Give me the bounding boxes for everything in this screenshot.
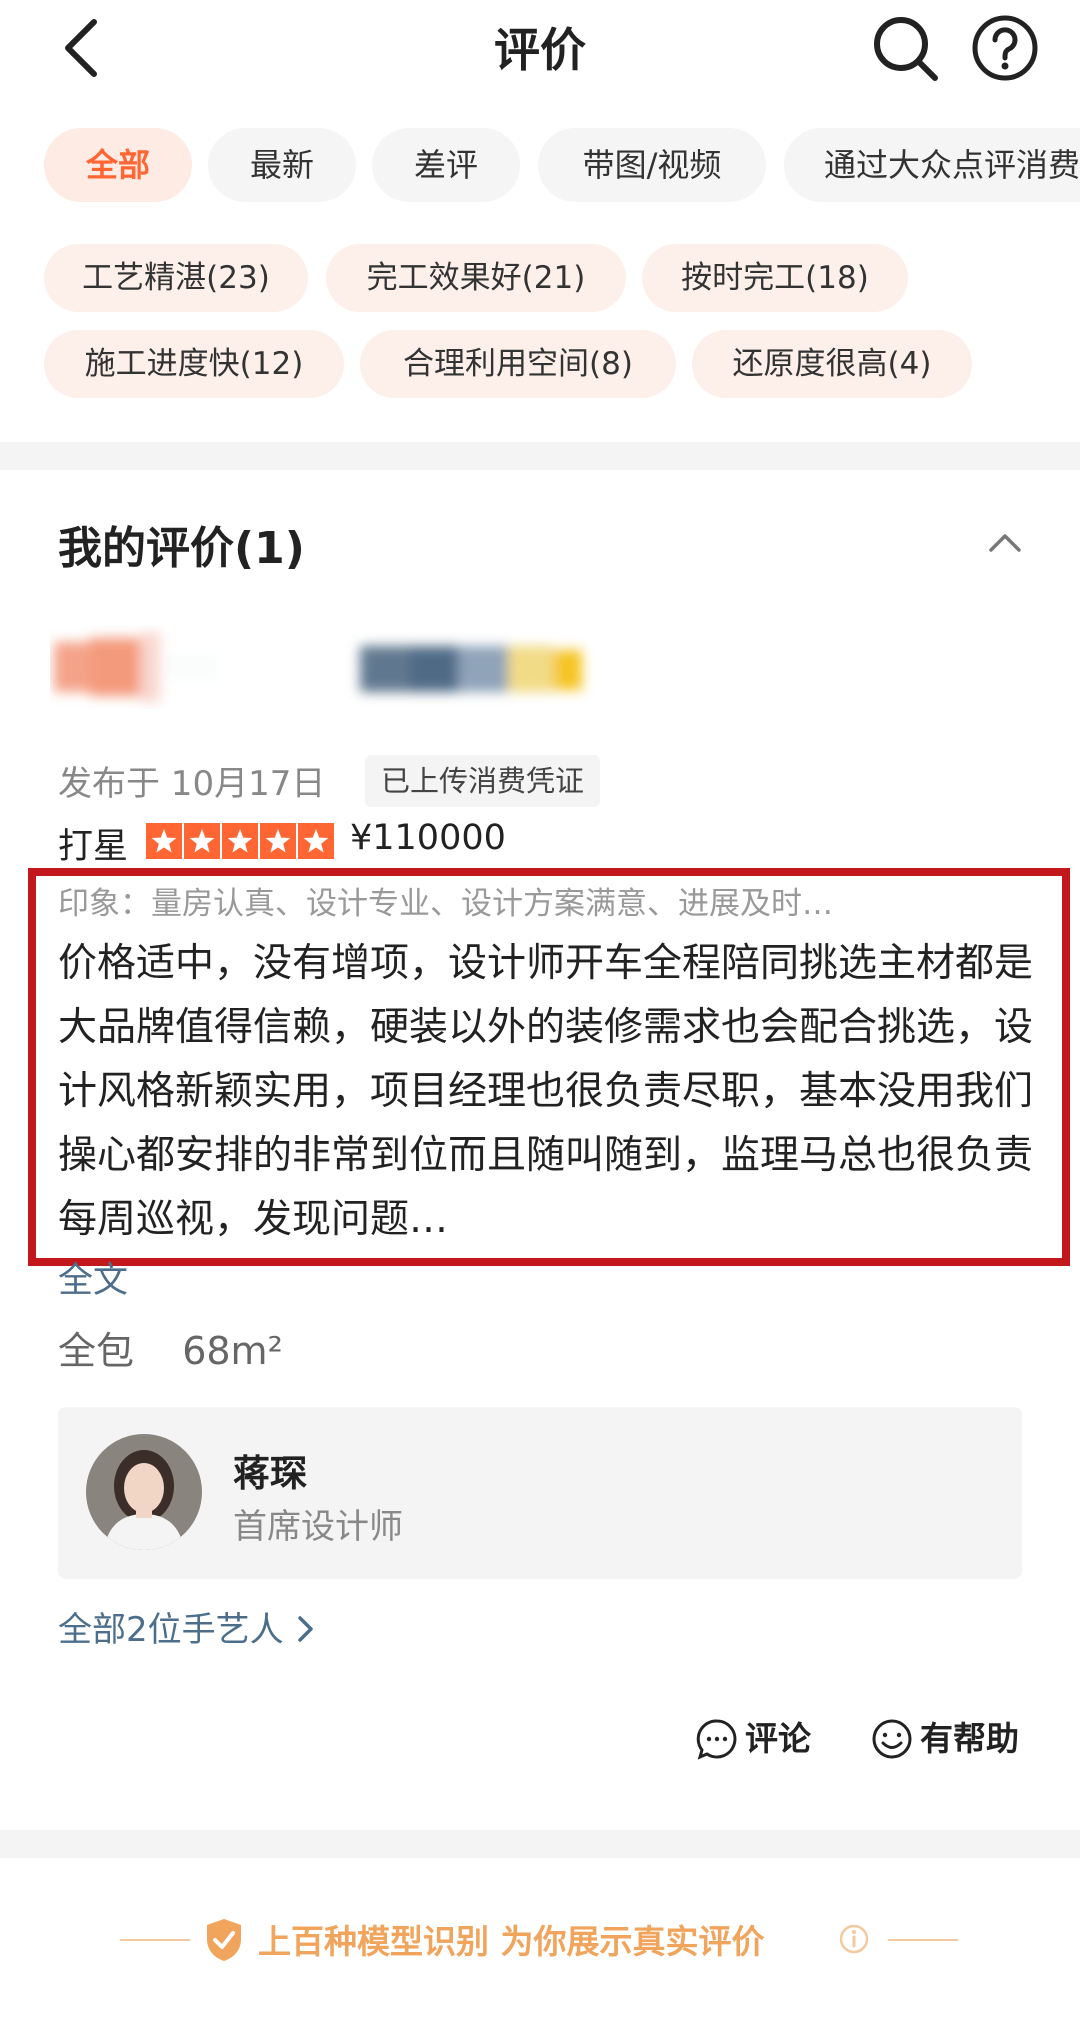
- tag-chip[interactable]: 合理利用空间(8): [360, 330, 676, 398]
- divider-line: [120, 1939, 190, 1941]
- filter-tabs: 全部 最新 差评 带图/视频 通过大众点评消费: [0, 128, 1080, 206]
- trust-banner: 上百种模型识别 为你展示真实评价: [0, 1905, 1080, 1975]
- reviewer-info: [50, 612, 610, 732]
- comment-icon: [696, 1719, 737, 1760]
- all-craftsmen-label: 全部2位手艺人: [58, 1610, 284, 1650]
- area: 68m²: [182, 1329, 283, 1373]
- section-divider: [0, 1830, 1080, 1858]
- price: ¥110000: [350, 818, 506, 858]
- publish-date: 发布于 10月17日: [58, 764, 326, 804]
- designer-name: 蒋琛: [233, 1452, 307, 1495]
- chevron-up-icon: [989, 534, 1021, 552]
- designer-card[interactable]: 蒋琛 首席设计师: [58, 1407, 1022, 1579]
- search-button[interactable]: [865, 8, 945, 88]
- designer-avatar: [86, 1434, 202, 1550]
- highlight-box: [28, 868, 1070, 1266]
- tag-chip[interactable]: 还原度很高(4): [692, 330, 972, 398]
- all-craftsmen-link[interactable]: 全部2位手艺人: [58, 1602, 316, 1651]
- smile-icon: [872, 1719, 912, 1759]
- star-rating-icons: [146, 823, 334, 859]
- help-icon: [972, 15, 1038, 81]
- star-icon: [146, 823, 182, 859]
- filter-tab-latest[interactable]: 最新: [208, 128, 356, 202]
- tag-chip[interactable]: 按时完工(18): [642, 244, 908, 312]
- trust-text: 上百种模型识别 为你展示真实评价: [258, 1922, 765, 1961]
- package-info: 全包 68m²: [58, 1320, 283, 1375]
- designer-avatar-icon: [86, 1434, 202, 1550]
- filter-tab-verified[interactable]: 通过大众点评消费: [784, 128, 1080, 202]
- filter-tab-negative[interactable]: 差评: [372, 128, 520, 202]
- collapse-button[interactable]: [985, 522, 1025, 562]
- comment-label: 评论: [745, 1719, 811, 1758]
- filter-tab-media[interactable]: 带图/视频: [538, 128, 766, 202]
- search-icon: [874, 17, 938, 81]
- top-bar: 评价: [0, 0, 1080, 100]
- tag-chip[interactable]: 工艺精湛(23): [44, 244, 308, 312]
- star-icon: [184, 823, 220, 859]
- full-text-link[interactable]: 全文: [58, 1252, 128, 1303]
- star-icon: [298, 823, 334, 859]
- star-rating: [146, 823, 336, 861]
- section-title: 我的评价(1): [58, 523, 305, 574]
- rating-label: 打星: [58, 827, 129, 867]
- filter-tab-all[interactable]: 全部: [44, 128, 192, 202]
- helpful-label: 有帮助: [920, 1719, 1019, 1758]
- section-divider: [0, 442, 1080, 470]
- blurred-avatar-icon: [54, 632, 582, 702]
- chevron-right-icon: [298, 1616, 314, 1642]
- designer-title: 首席设计师: [233, 1507, 403, 1547]
- proof-badge: 已上传消费凭证: [365, 755, 601, 807]
- shield-check-icon: [207, 1919, 241, 1961]
- package-type: 全包: [58, 1329, 135, 1373]
- tag-chip[interactable]: 施工进度快(12): [44, 330, 344, 398]
- divider-line: [888, 1939, 958, 1941]
- tag-chip[interactable]: 完工效果好(21): [326, 244, 626, 312]
- star-icon: [260, 823, 296, 859]
- info-icon[interactable]: [838, 1923, 870, 1955]
- help-button[interactable]: [965, 8, 1045, 88]
- star-icon: [222, 823, 258, 859]
